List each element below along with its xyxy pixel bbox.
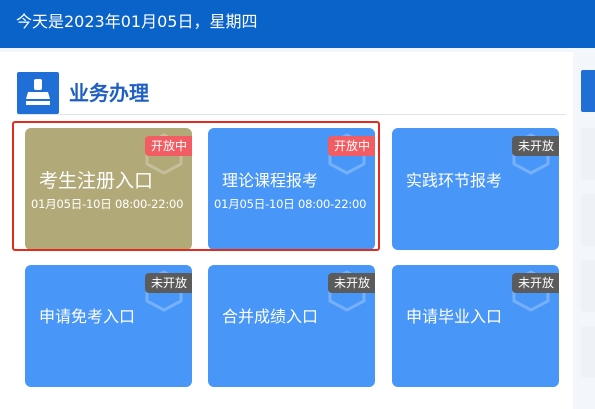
card-title: 合并成绩入口 xyxy=(222,307,319,326)
card-title: 申请免考入口 xyxy=(39,307,136,326)
right-panel-item[interactable] xyxy=(581,326,595,378)
card-title: 考生注册入口 xyxy=(39,170,154,192)
right-panel-item[interactable] xyxy=(581,260,595,312)
right-panel-header xyxy=(581,70,595,112)
right-panel-item[interactable] xyxy=(581,194,595,246)
card-time-range: 01月05日-10日 08:00-22:00 xyxy=(31,197,184,211)
current-date-text: 今天是2023年01月05日，星期四 xyxy=(16,12,258,31)
top-header-bar: 今天是2023年01月05日，星期四 xyxy=(0,0,595,48)
card-graduation-application[interactable]: 未开放 申请毕业入口 xyxy=(392,265,559,387)
card-time-range: 01月05日-10日 08:00-22:00 xyxy=(214,197,367,211)
status-badge: 未开放 xyxy=(144,273,192,293)
status-badge: 开放中 xyxy=(327,136,375,156)
section-title: 业务办理 xyxy=(69,81,149,105)
card-title: 申请毕业入口 xyxy=(406,307,503,326)
card-exam-exemption[interactable]: 未开放 申请免考入口 xyxy=(25,265,192,387)
status-badge: 未开放 xyxy=(327,273,375,293)
status-badge: 未开放 xyxy=(511,136,559,156)
right-side-panel xyxy=(581,70,595,409)
stamp-icon xyxy=(17,72,59,114)
card-theory-course-registration[interactable]: 开放中 理论课程报考 01月05日-10日 08:00-22:00 xyxy=(208,128,375,250)
card-student-registration[interactable]: 开放中 考生注册入口 01月05日-10日 08:00-22:00 xyxy=(25,128,192,250)
right-panel-item[interactable] xyxy=(581,128,595,180)
card-title: 实践环节报考 xyxy=(406,171,503,190)
section-divider xyxy=(17,114,566,115)
status-badge: 开放中 xyxy=(144,136,192,156)
status-badge: 未开放 xyxy=(511,273,559,293)
card-practice-registration[interactable]: 未开放 实践环节报考 xyxy=(392,128,559,250)
card-title: 理论课程报考 xyxy=(222,171,319,190)
card-merge-scores[interactable]: 未开放 合并成绩入口 xyxy=(208,265,375,387)
